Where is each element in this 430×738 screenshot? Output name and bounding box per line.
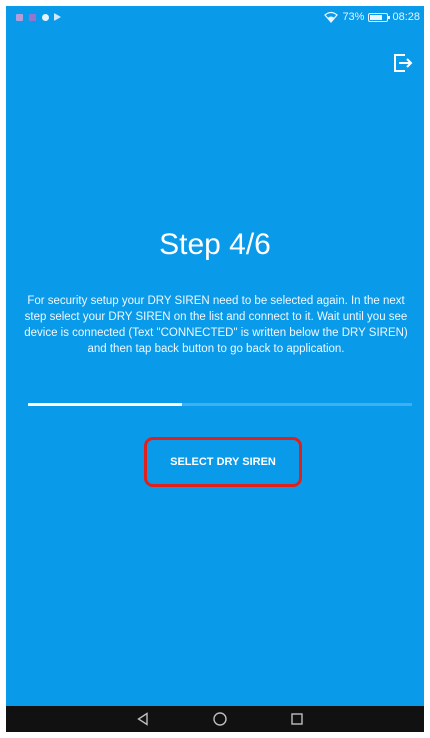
status-bar: 73% 08:28 [6,6,424,30]
nav-back-button[interactable] [134,711,152,727]
status-indicators: 73% 08:28 [324,11,420,23]
nav-recent-apps-button[interactable] [288,711,306,727]
clock: 08:28 [392,11,420,23]
battery-percent: 73% [342,11,365,23]
app-notification-icon [42,14,49,21]
recent-apps-icon [291,713,303,725]
progress-bar [28,403,412,406]
battery-icon [368,12,391,22]
navigation-bar [6,706,424,732]
progress-bar-fill [28,403,182,406]
app-notification-icon [16,14,23,21]
app-notification-icon [29,14,36,21]
app-screen: 73% 08:28 Step 4/6 For security setup yo… [6,6,424,732]
select-dry-siren-button[interactable]: SELECT DRY SIREN [144,437,302,487]
play-store-icon [54,13,61,21]
exit-icon [394,54,413,72]
home-icon [213,712,227,726]
battery-level-fill [370,14,382,20]
step-description: For security setup your DRY SIREN need t… [24,295,408,355]
back-icon [137,712,148,726]
wifi-icon [324,11,339,23]
step-title: Step 4/6 [159,228,271,261]
exit-button[interactable] [390,50,416,76]
nav-home-button[interactable] [211,711,229,727]
